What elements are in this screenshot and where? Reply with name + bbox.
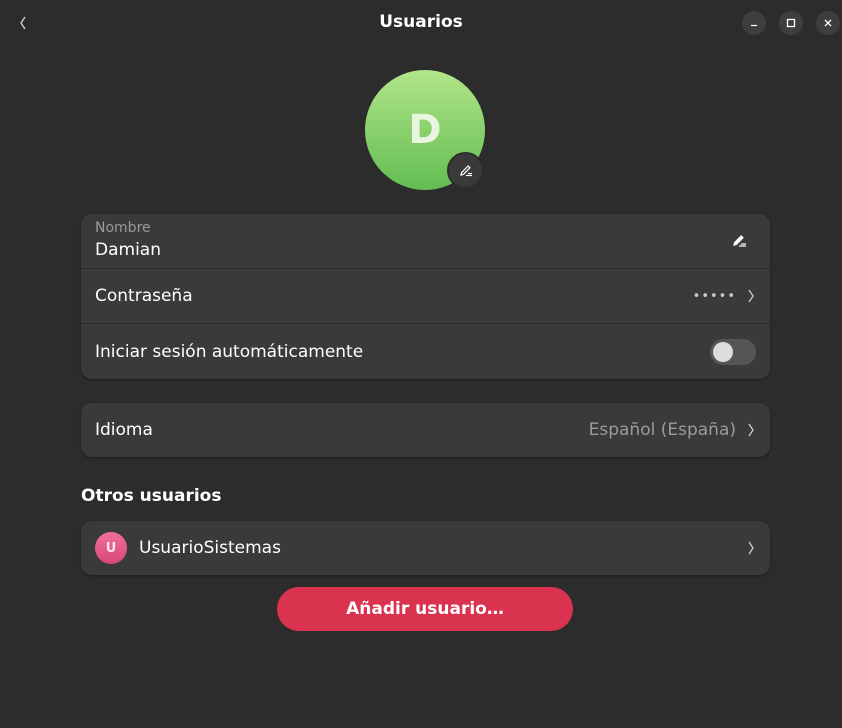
language-card: Idioma Español (España) <box>81 403 770 457</box>
password-dots: ••••• <box>692 288 736 304</box>
user-name: UsuarioSistemas <box>139 538 281 558</box>
autologin-toggle[interactable] <box>710 338 756 365</box>
chevron-right-icon <box>746 422 756 438</box>
avatar-edit-button[interactable] <box>447 152 484 189</box>
autologin-label: Iniciar sesión automáticamente <box>95 341 364 362</box>
maximize-icon <box>786 18 796 28</box>
avatar-container: D <box>365 70 485 190</box>
language-label: Idioma <box>95 420 153 440</box>
header-bar: Usuarios <box>0 0 842 46</box>
user-avatar: U <box>95 532 127 564</box>
chevron-right-icon <box>746 540 756 556</box>
autologin-row: Iniciar sesión automáticamente <box>81 324 770 379</box>
close-icon <box>824 19 832 27</box>
name-value[interactable]: Damian <box>95 240 756 260</box>
minimize-icon <box>751 24 757 27</box>
close-button[interactable] <box>816 11 840 35</box>
language-row[interactable]: Idioma Español (España) <box>81 403 770 457</box>
page-title: Usuarios <box>379 12 463 32</box>
toggle-knob <box>713 341 733 362</box>
avatar-initial: D <box>408 107 442 153</box>
user-avatar-initial: U <box>105 540 117 556</box>
chevron-right-icon <box>746 288 756 304</box>
name-row[interactable]: Nombre Damian <box>81 214 770 269</box>
edit-name-button[interactable] <box>730 231 750 251</box>
other-users-title: Otros usuarios <box>81 486 222 506</box>
password-label: Contraseña <box>95 286 193 306</box>
user-row[interactable]: U UsuarioSistemas <box>81 521 770 575</box>
pencil-icon <box>459 164 472 176</box>
settings-window: Usuarios D Nombre Damian Contraseña ••••… <box>0 0 842 728</box>
other-users-card: U UsuarioSistemas <box>81 521 770 575</box>
minimize-button[interactable] <box>742 11 766 35</box>
maximize-button[interactable] <box>779 11 803 35</box>
language-value: Español (España) <box>588 420 736 440</box>
pencil-icon <box>733 235 746 247</box>
add-user-button[interactable]: Añadir usuario… <box>277 587 573 631</box>
name-caption: Nombre <box>95 220 151 236</box>
password-row[interactable]: Contraseña ••••• <box>81 269 770 324</box>
account-card: Nombre Damian Contraseña ••••• Iniciar s… <box>81 214 770 379</box>
